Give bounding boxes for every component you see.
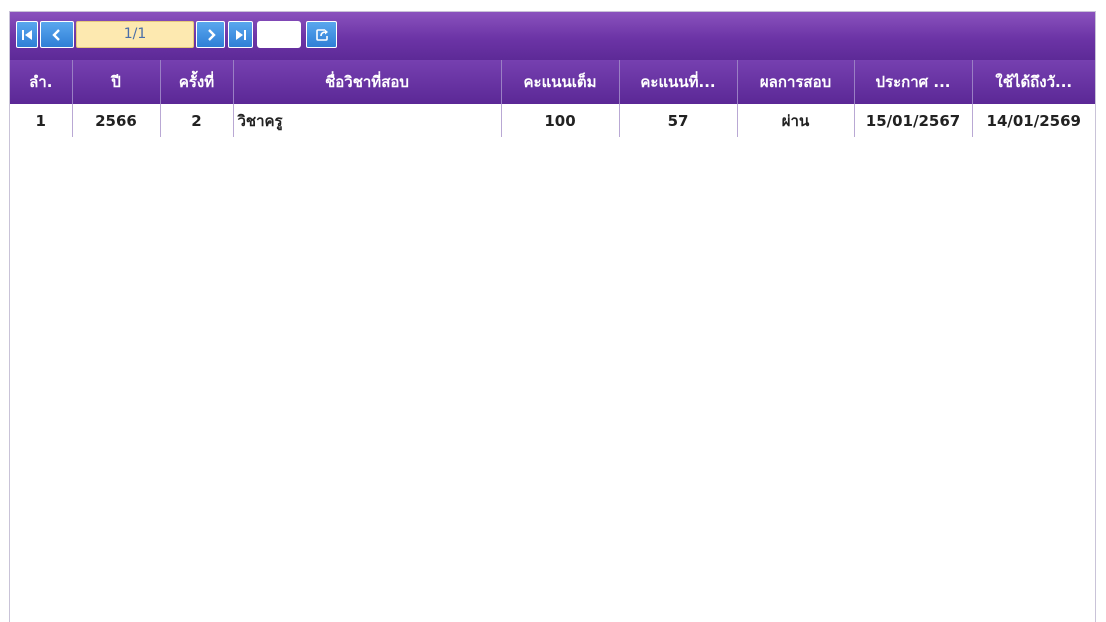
cell-no: 1 [10, 104, 73, 137]
cell-year: 2566 [72, 104, 161, 137]
first-page-button[interactable] [16, 21, 38, 48]
first-page-icon [22, 29, 32, 40]
last-page-button[interactable] [228, 21, 253, 48]
page-indicator: 1/1 [76, 21, 194, 48]
next-page-button[interactable] [196, 21, 225, 48]
cell-full-score: 100 [501, 104, 620, 137]
cell-round: 2 [160, 104, 234, 137]
pager-toolbar: 1/1 [10, 12, 1095, 60]
cell-result: ผ่าน [737, 104, 855, 137]
column-header-subject[interactable]: ชื่อวิชาที่สอบ [233, 60, 502, 104]
column-header-score[interactable]: คะแนนที่... [619, 60, 738, 104]
export-button[interactable] [306, 21, 337, 48]
exam-results-table: ลำ. ปี ครั้งที่ ชื่อวิชาที่สอบ คะแนนเต็ม… [10, 60, 1095, 137]
column-header-year[interactable]: ปี [72, 60, 161, 104]
column-header-full-score[interactable]: คะแนนเต็ม [501, 60, 620, 104]
prev-page-button[interactable] [40, 21, 74, 48]
column-header-round[interactable]: ครั้งที่ [160, 60, 234, 104]
column-header-result[interactable]: ผลการสอบ [737, 60, 855, 104]
cell-score: 57 [619, 104, 738, 137]
table-header-row: ลำ. ปี ครั้งที่ ชื่อวิชาที่สอบ คะแนนเต็ม… [10, 60, 1095, 104]
goto-page-input[interactable] [257, 21, 301, 48]
grid-panel: 1/1 ลำ. ปี ครั้งที่ ชื่อวิชาที่สอบ คะแนน… [9, 11, 1096, 622]
export-icon [315, 28, 328, 41]
column-header-announce-date[interactable]: ประกาศ ... [854, 60, 973, 104]
cell-subject: วิชาครู [233, 104, 502, 137]
column-header-no[interactable]: ลำ. [10, 60, 73, 104]
last-page-icon [235, 29, 246, 40]
prev-page-icon [52, 28, 60, 41]
cell-announce-date: 15/01/2567 [854, 104, 973, 137]
next-page-icon [207, 28, 216, 41]
table-row[interactable]: 1 2566 2 วิชาครู 100 57 ผ่าน 15/01/2567 … [10, 104, 1095, 137]
cell-valid-until: 14/01/2569 [986, 111, 1081, 130]
column-header-valid-until[interactable]: ใช้ได้ถึงวั... [972, 60, 1095, 104]
